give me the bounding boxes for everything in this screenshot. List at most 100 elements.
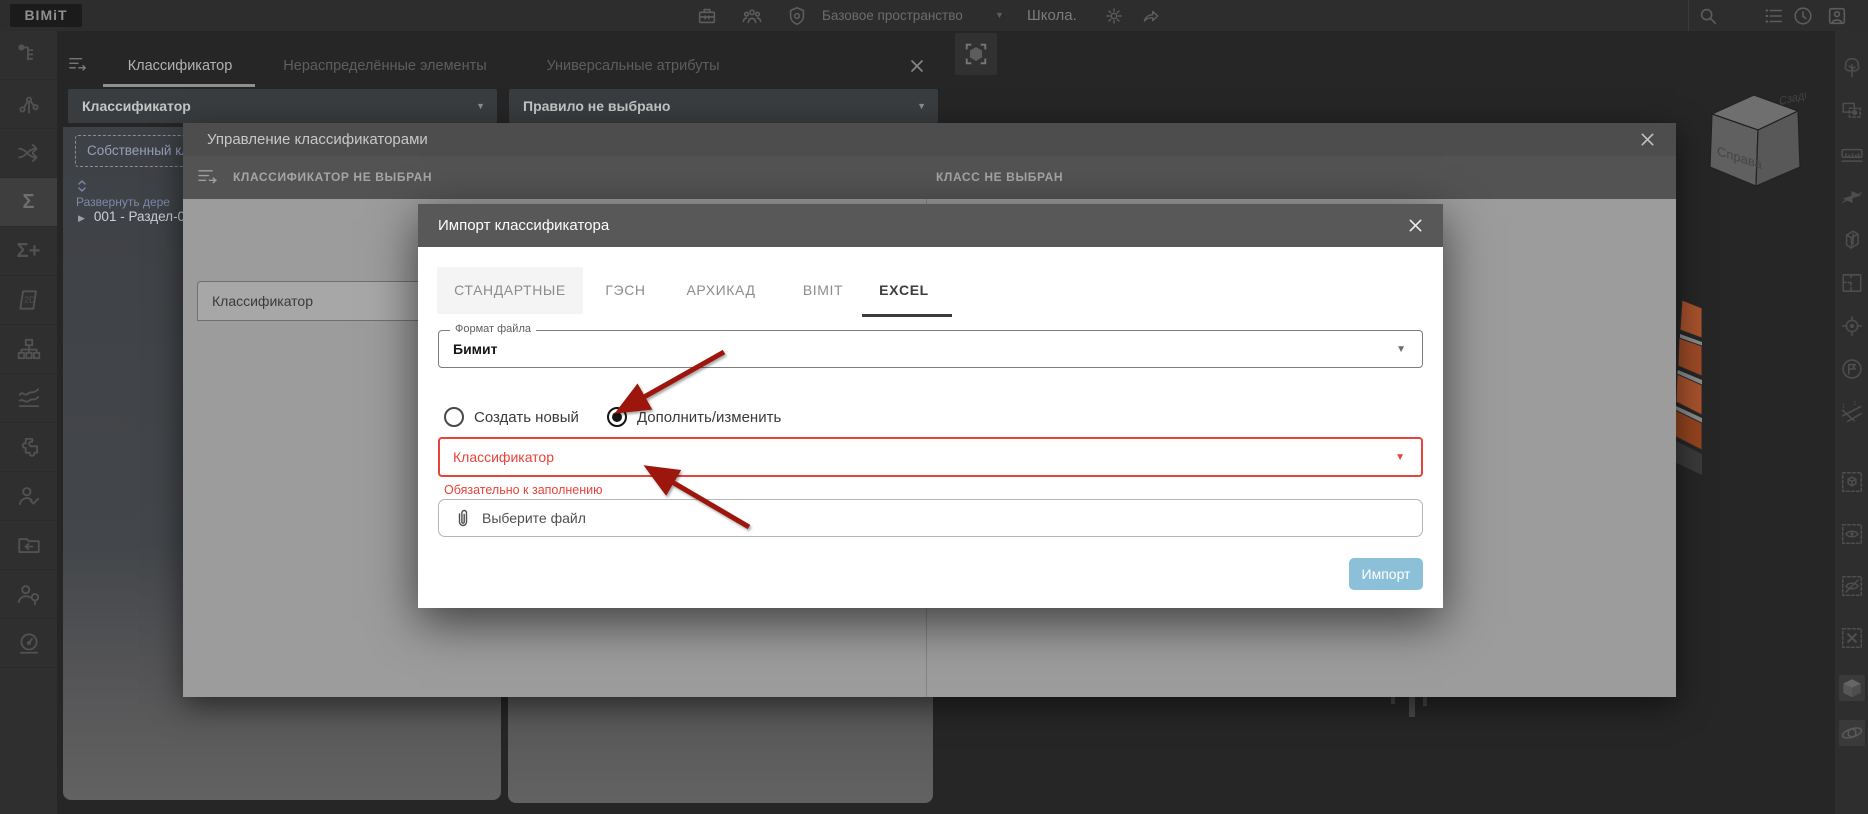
file-format-value: Бимит [453,331,498,367]
structure-icon[interactable] [0,325,57,374]
classifier-menu-icon[interactable] [197,167,218,188]
app-root: BIMiT Базовое пространство ▼ Школа. [0,0,1868,814]
tab-classifier[interactable]: Классификатор [100,50,260,83]
import-tab-archicad[interactable]: АРХИКАД [675,267,767,314]
gear-icon[interactable] [1104,6,1124,26]
flag-icon[interactable] [1839,356,1865,382]
manager-dialog-header: Управление классификаторами [183,123,1676,156]
radio-append-modify[interactable] [607,407,627,427]
tree-node-label: 001 - Раздел-01 [94,209,193,224]
hide-eye-icon[interactable] [1839,573,1865,599]
paperclip-icon [455,508,471,528]
top-bar: BIMiT Базовое пространство ▼ Школа. [0,0,1868,31]
dimensions-icon[interactable]: 12 [1839,399,1865,425]
model-fragment-bottom [1383,697,1433,723]
rule-filter-select[interactable]: Правило не выбрано ▼ [509,89,938,123]
expand-collapse-icon [76,179,88,193]
tab-universal-attributes[interactable]: Универсальные атрибуты [528,50,738,83]
shield-user-icon[interactable] [786,5,808,27]
caret-down-icon: ▼ [1396,331,1406,367]
panel-menu-icon[interactable] [68,56,88,74]
panel-close-icon[interactable] [908,57,926,75]
summary-icon[interactable]: Σ [0,178,57,227]
node-caret-icon[interactable]: ▶ [78,213,85,223]
tree-icon[interactable] [1839,55,1865,81]
view-cube-right-face-label[interactable]: Сзади [1779,90,1806,108]
svg-text:2D: 2D [24,295,35,305]
view-cube[interactable]: Справа Сзади [1700,90,1806,194]
caret-down-icon: ▼ [1395,439,1405,475]
fit-view-button[interactable] [955,33,997,75]
svg-text:1: 1 [1842,404,1845,410]
required-field-error: Обязательно к заполнению [444,483,603,497]
import-active-tab-underline [862,314,952,317]
focus-target-icon[interactable] [1839,313,1865,339]
active-tab-underline [103,84,255,87]
manager-classifier-select-value: Классификатор [212,282,313,320]
model-fragment [1674,300,1702,475]
import-folder-icon[interactable] [0,521,57,570]
plugins-icon[interactable] [0,423,57,472]
import-modal-header: Импорт классификатора [418,204,1443,247]
classifier-column-header: КЛАССИФИКАТОР НЕ ВЫБРАН [233,156,432,199]
svg-text:2: 2 [1853,401,1856,407]
import-tab-standard[interactable]: СТАНДАРТНЫЕ [437,267,583,314]
workspace-selector[interactable]: Базовое пространство [822,0,963,31]
radio-create-new-label[interactable]: Создать новый [474,409,579,426]
import-mode-radios: Создать новый Дополнить/изменить [444,404,781,430]
tab-unassigned-elements[interactable]: Нераспределённые элементы [265,50,505,83]
tree-node[interactable]: ▶ 001 - Раздел-01 [78,207,193,227]
right-toolbar: 12 [1835,31,1868,814]
box-section-icon[interactable] [1839,227,1865,253]
summary-add-icon[interactable]: Σ+ [0,227,57,276]
search-icon[interactable] [1697,5,1719,27]
project-title: Школа. [1027,0,1077,31]
view-2d-icon[interactable]: 2D [0,276,57,325]
model-tree-icon[interactable] [0,31,57,80]
import-close-icon[interactable] [1407,217,1424,234]
list-icon[interactable] [1763,5,1785,27]
caret-down-icon: ▼ [476,89,485,123]
floorplan-icon[interactable] [1839,270,1865,296]
relations-icon[interactable] [0,80,57,129]
workspace-caret-icon[interactable]: ▼ [995,0,1004,31]
import-tab-gesn[interactable]: ГЭСН [598,267,653,314]
file-format-select[interactable]: Формат файла Бимит ▼ [438,330,1423,368]
clear-selection-icon[interactable] [1839,625,1865,651]
class-column-header: КЛАСС НЕ ВЫБРАН [936,156,1063,199]
import-tab-bimit[interactable]: BIMIT [793,267,853,314]
share-icon[interactable] [1141,6,1161,26]
dashboard-icon[interactable] [0,619,57,668]
import-tab-excel[interactable]: EXCEL [860,267,948,314]
import-modal-title: Импорт классификатора [438,204,609,247]
choose-file-field[interactable]: Выберите файл [438,499,1423,537]
notifications-icon[interactable] [1792,5,1814,27]
import-button[interactable]: Импорт [1349,558,1423,590]
app-logo: BIMiT [10,4,82,27]
team-icon[interactable] [741,5,763,27]
target-classifier-value: Классификатор [453,439,554,475]
choose-file-label: Выберите файл [482,500,586,536]
user-location-icon[interactable] [0,570,57,619]
section-flip-icon[interactable] [1839,184,1865,210]
expand-tree-button[interactable]: Развернуть дере [76,179,170,197]
select-similar-icon[interactable] [1839,98,1865,124]
topbar-divider [1688,0,1689,31]
radio-append-modify-label[interactable]: Дополнить/изменить [637,409,781,426]
toolbox-icon[interactable] [696,5,718,27]
manager-close-icon[interactable] [1639,131,1656,148]
left-toolbar: Σ Σ+ 2D [0,31,57,814]
account-icon[interactable] [1826,5,1848,27]
user-check-icon[interactable] [0,472,57,521]
show-eye-icon[interactable] [1839,521,1865,547]
target-classifier-select[interactable]: Классификатор ▼ [438,437,1423,477]
orbit-icon[interactable] [1839,720,1865,746]
classifier-filter-select[interactable]: Классификатор ▼ [68,89,497,123]
isolate-box-icon[interactable] [1839,469,1865,495]
radio-create-new[interactable] [444,407,464,427]
graphs-icon[interactable] [0,374,57,423]
solid-box-icon[interactable] [1839,675,1865,701]
manager-dialog-title: Управление классификаторами [207,123,428,156]
ruler-icon[interactable] [1839,141,1865,167]
match-icon[interactable] [0,129,57,178]
